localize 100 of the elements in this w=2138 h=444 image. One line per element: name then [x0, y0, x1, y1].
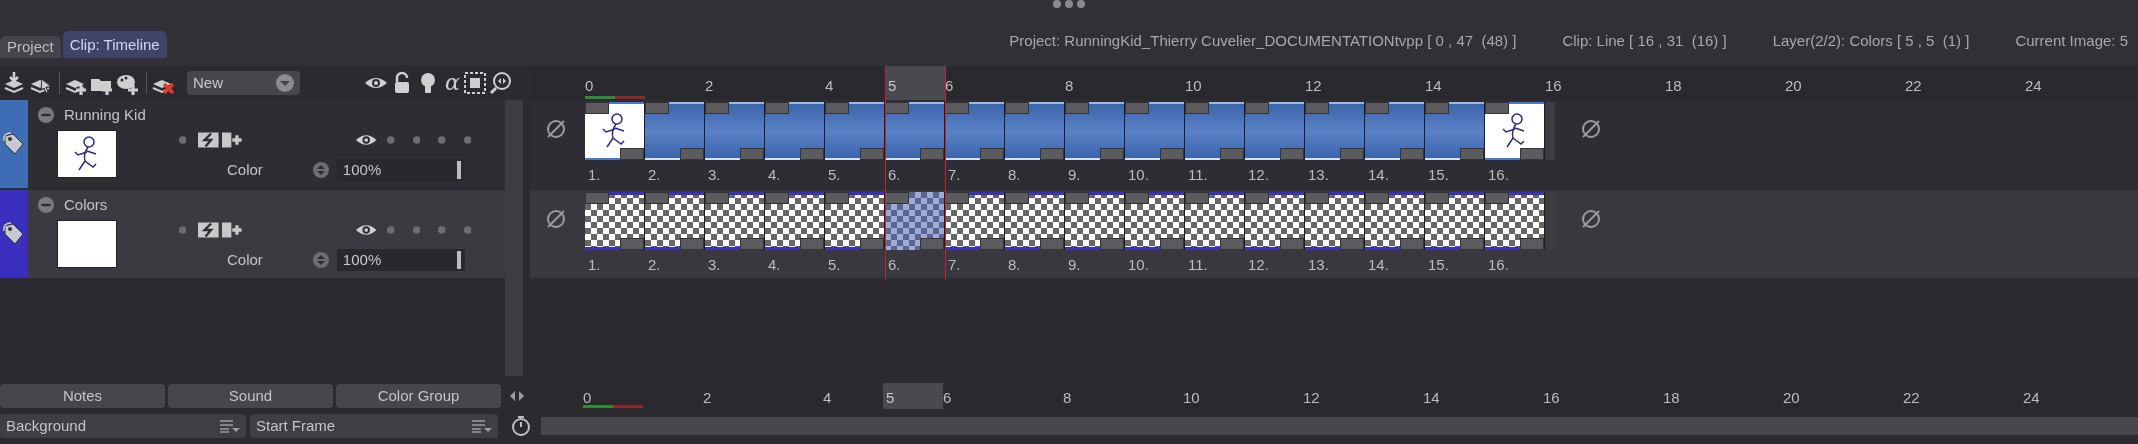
dot-icon[interactable]	[438, 226, 446, 234]
slider-handle-icon[interactable]	[456, 161, 461, 179]
frame-cell[interactable]	[585, 192, 645, 250]
dot-icon[interactable]	[179, 226, 187, 234]
tag-icon[interactable]	[3, 222, 25, 246]
tab[interactable]: Project	[0, 36, 61, 58]
frame-number: 15.	[1428, 255, 1449, 275]
frame-cell[interactable]	[765, 192, 825, 250]
frame-cell[interactable]	[1425, 102, 1485, 160]
dot-icon[interactable]	[412, 226, 421, 234]
frame-cell[interactable]	[825, 192, 885, 250]
frame-cell[interactable]	[1005, 192, 1065, 250]
blend-mode[interactable]: Color	[227, 158, 263, 182]
frame-cell[interactable]	[1185, 192, 1245, 250]
caret-icon	[276, 74, 294, 92]
opacity-field[interactable]: 100%	[336, 249, 465, 271]
frame-cell[interactable]	[1065, 102, 1125, 160]
lightbox-icon[interactable]	[198, 222, 220, 238]
slider-handle-icon[interactable]	[456, 251, 461, 269]
frame-cell[interactable]	[1125, 192, 1185, 250]
frame-number: 16.	[1488, 165, 1509, 185]
frame-cell[interactable]	[885, 102, 945, 160]
frame-cell[interactable]	[945, 192, 1005, 250]
frame-cell[interactable]	[825, 102, 885, 160]
frame-cell[interactable]	[1245, 192, 1305, 250]
opacity-field[interactable]: 100%	[336, 159, 465, 181]
ruler-label: 22	[1903, 388, 1920, 408]
layer-panel[interactable]: Colors Color 100%	[0, 190, 505, 278]
frame-cell[interactable]	[1005, 102, 1065, 160]
frame-number: 6.	[888, 255, 901, 275]
horizontal-scrollbar[interactable]	[541, 417, 2138, 435]
tag-icon[interactable]	[3, 132, 25, 156]
frame-cell[interactable]	[945, 102, 1005, 160]
tab[interactable]: Clip: Timeline	[62, 31, 167, 58]
opacity-icon[interactable]	[312, 162, 329, 178]
dot-icon[interactable]	[463, 226, 471, 234]
scroll-arrows-icon[interactable]	[510, 390, 524, 402]
frame-cell[interactable]	[1065, 192, 1125, 250]
dot-icon[interactable]	[387, 136, 395, 144]
current-frame-label: 5	[883, 383, 943, 409]
dot-icon[interactable]	[463, 136, 471, 144]
frame-cell[interactable]	[705, 102, 765, 160]
eye-icon[interactable]	[364, 75, 388, 91]
drag-handle-icon[interactable]	[1052, 0, 1086, 10]
eye-icon[interactable]	[354, 222, 378, 238]
ruler-label: 18	[1665, 76, 1682, 96]
collapse-icon[interactable]	[38, 107, 54, 123]
alpha-toggle[interactable]: α	[445, 72, 460, 94]
frame-number: 15.	[1428, 165, 1449, 185]
panel-button[interactable]: Notes	[0, 384, 165, 408]
empty-frame-icon	[1580, 118, 1602, 140]
frame-cell[interactable]	[1485, 192, 1545, 250]
ruler-label: 24	[2025, 76, 2042, 96]
status-text: Layer(2/2): Colors [ 5 , 5 (1) ]	[1772, 30, 1970, 51]
frame-cell[interactable]	[1305, 192, 1365, 250]
preset-dropdown[interactable]: New	[187, 71, 300, 95]
eye-icon[interactable]	[354, 132, 378, 148]
ruler-label: 10	[1183, 388, 1200, 408]
layer-color-strip[interactable]	[0, 100, 28, 188]
lightbox-icon[interactable]	[198, 132, 220, 148]
collapse-icon[interactable]	[38, 197, 54, 213]
frame-number: 12.	[1248, 255, 1269, 275]
frame-cell[interactable]	[645, 192, 705, 250]
add-frame-icon[interactable]	[222, 132, 243, 148]
dot-icon[interactable]	[179, 136, 187, 144]
ruler-label: 18	[1663, 388, 1680, 408]
frame-cell[interactable]	[1365, 102, 1425, 160]
playhead-marker[interactable]	[885, 66, 946, 280]
status-text: Project: RunningKid_Thierry Cuvelier_DOCUMENTATIONtvpp [ 0 , 47 (48) ]	[1009, 30, 1517, 51]
dot-icon[interactable]	[438, 136, 446, 144]
frame-cell[interactable]	[585, 102, 645, 160]
frame-cell[interactable]	[705, 192, 765, 250]
stopwatch-icon[interactable]	[511, 415, 531, 437]
zoom-fit-icon[interactable]	[488, 71, 513, 95]
frame-number: 14.	[1368, 255, 1389, 275]
dot-icon[interactable]	[412, 136, 421, 144]
frame-cell[interactable]	[1365, 192, 1425, 250]
panel-button[interactable]: Color Group	[336, 384, 501, 408]
frame-cell[interactable]	[1125, 102, 1185, 160]
frame-number: 8.	[1008, 255, 1021, 275]
frame-cell[interactable]	[1245, 102, 1305, 160]
dropdown[interactable]: Background	[0, 414, 246, 438]
frame-cell[interactable]	[1425, 192, 1485, 250]
frame-cell[interactable]	[645, 102, 705, 160]
selection-icon[interactable]	[462, 71, 487, 95]
layer-name: Running Kid	[64, 104, 146, 125]
frame-cell[interactable]	[885, 192, 945, 250]
blend-mode[interactable]: Color	[227, 248, 263, 272]
frame-cell[interactable]	[1305, 102, 1365, 160]
dropdown[interactable]: Start Frame	[250, 414, 498, 438]
add-frame-icon[interactable]	[222, 222, 243, 238]
frame-cell[interactable]	[1185, 102, 1245, 160]
panel-button[interactable]: Sound	[168, 384, 333, 408]
frame-number: 14.	[1368, 165, 1389, 185]
frame-cell[interactable]	[765, 102, 825, 160]
status-text: Current Image: 5	[2015, 30, 2128, 51]
dot-icon[interactable]	[387, 226, 395, 234]
frame-cell[interactable]	[1485, 102, 1545, 160]
opacity-icon[interactable]	[312, 252, 329, 268]
layer-color-strip[interactable]	[0, 190, 28, 278]
